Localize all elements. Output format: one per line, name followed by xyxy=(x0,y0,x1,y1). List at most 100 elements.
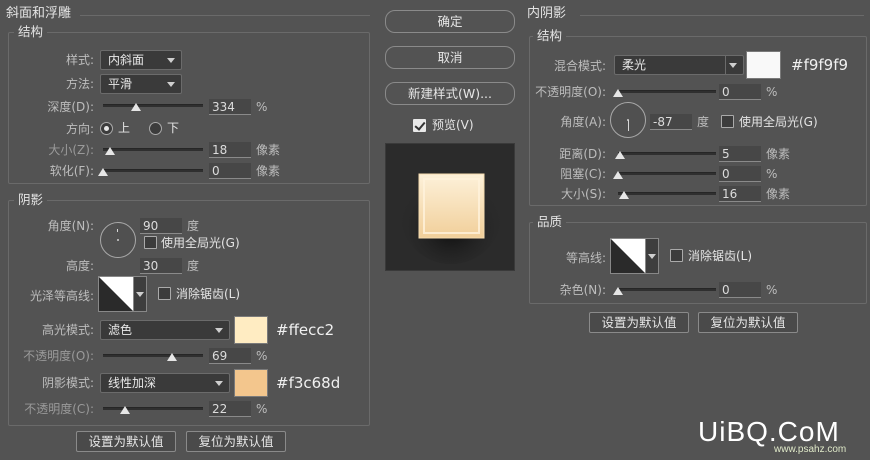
shadow-color-swatch[interactable] xyxy=(234,369,268,397)
global-light-label: 使用全局光(G) xyxy=(161,236,240,250)
inner-shadow-hex-label: #f9f9f9 xyxy=(791,56,849,74)
inner-size-slider[interactable] xyxy=(618,191,716,199)
contour-picker[interactable] xyxy=(610,238,646,274)
antialias-checkbox[interactable] xyxy=(158,287,171,300)
angle-dial[interactable] xyxy=(100,222,136,258)
slider-thumb[interactable] xyxy=(614,151,625,159)
gloss-contour-picker[interactable] xyxy=(98,276,134,312)
reset-default-button[interactable]: 复位为默认值 xyxy=(186,431,286,452)
new-style-button[interactable]: 新建样式(W)... xyxy=(385,82,515,105)
choke-unit: % xyxy=(766,167,778,181)
angle-label: 角度(N): xyxy=(47,219,94,233)
inner-antialias-checkbox[interactable] xyxy=(670,249,683,262)
bevel-emboss-title: 斜面和浮雕 xyxy=(6,6,72,21)
cancel-button[interactable]: 取消 xyxy=(385,46,515,69)
shading-title: 阴影 xyxy=(14,192,48,208)
contour-chevron-icon[interactable] xyxy=(646,238,659,274)
inner-antialias-label: 消除锯齿(L) xyxy=(688,249,753,263)
contour-label: 等高线: xyxy=(565,251,606,265)
technique-value: 平滑 xyxy=(108,77,133,91)
shadow-opacity-field[interactable]: 22 xyxy=(209,401,251,417)
technique-dropdown[interactable]: 平滑 xyxy=(100,74,182,94)
shadow-mode-label: 阴影模式: xyxy=(41,376,94,390)
slider-thumb[interactable] xyxy=(613,171,623,179)
inner-opacity-unit: % xyxy=(766,85,778,99)
inner-size-unit: 像素 xyxy=(766,187,791,201)
slider-thumb[interactable] xyxy=(120,406,130,414)
depth-slider[interactable] xyxy=(103,103,203,111)
slider-thumb[interactable] xyxy=(613,287,623,295)
choke-field[interactable]: 0 xyxy=(719,166,761,182)
inner-shadow-color-swatch[interactable] xyxy=(746,51,781,79)
structure-title: 结构 xyxy=(14,24,48,40)
inner-opacity-label: 不透明度(O): xyxy=(535,85,606,99)
depth-field[interactable]: 334 xyxy=(209,99,251,115)
inner-opacity-field[interactable]: 0 xyxy=(719,84,761,100)
inner-size-field[interactable]: 16 xyxy=(719,186,761,202)
shadow-opacity-label: 不透明度(C): xyxy=(24,402,94,416)
angle-unit: 度 xyxy=(187,219,200,233)
inner-global-light-checkbox[interactable] xyxy=(721,115,734,128)
inner-set-default-button[interactable]: 设置为默认值 xyxy=(589,312,689,333)
inner-angle-label: 角度(A): xyxy=(560,115,606,129)
highlight-opacity-field[interactable]: 69 xyxy=(209,348,251,364)
size-slider[interactable] xyxy=(103,147,203,155)
slider-thumb[interactable] xyxy=(98,168,108,176)
slider-thumb[interactable] xyxy=(105,147,115,155)
highlight-opacity-slider[interactable] xyxy=(103,353,203,361)
highlight-mode-value: 滤色 xyxy=(108,323,133,337)
shadow-opacity-slider[interactable] xyxy=(103,406,203,414)
inner-angle-field[interactable]: -87 xyxy=(650,114,692,130)
chevron-down-icon xyxy=(729,63,737,68)
distance-slider[interactable] xyxy=(614,151,716,159)
quality-title: 品质 xyxy=(533,214,567,230)
ok-button[interactable]: 确定 xyxy=(385,10,515,33)
angle-field[interactable]: 90 xyxy=(140,218,182,234)
inner-opacity-slider[interactable] xyxy=(613,89,716,97)
gloss-contour-chevron-icon[interactable] xyxy=(134,276,147,312)
inner-shadow-title: 内阴影 xyxy=(527,6,567,21)
depth-unit: % xyxy=(256,100,268,114)
choke-slider[interactable] xyxy=(613,171,716,179)
dial-center xyxy=(117,239,119,241)
soften-slider[interactable] xyxy=(98,168,203,176)
soften-unit: 像素 xyxy=(256,164,281,178)
direction-up-radio[interactable] xyxy=(100,122,113,135)
style-preview xyxy=(385,143,515,271)
choke-label: 阻塞(C): xyxy=(560,167,606,181)
slider-thumb[interactable] xyxy=(618,191,629,199)
preview-checkbox[interactable] xyxy=(413,119,426,132)
slider-thumb[interactable] xyxy=(613,89,623,97)
highlight-opacity-label: 不透明度(O): xyxy=(23,349,94,363)
inner-size-label: 大小(S): xyxy=(560,187,606,201)
distance-unit: 像素 xyxy=(766,147,791,161)
global-light-checkbox[interactable] xyxy=(144,236,157,249)
style-dropdown[interactable]: 内斜面 xyxy=(100,50,182,70)
preview-label: 预览(V) xyxy=(432,118,474,132)
blend-mode-dropdown[interactable]: 柔光 xyxy=(614,55,744,75)
direction-down-radio[interactable] xyxy=(149,122,162,135)
highlight-mode-dropdown[interactable]: 滤色 xyxy=(100,320,230,340)
inner-angle-dial[interactable] xyxy=(610,102,646,138)
distance-field[interactable]: 5 xyxy=(719,146,761,162)
size-label: 大小(Z): xyxy=(48,143,94,157)
noise-label: 杂色(N): xyxy=(559,283,606,297)
slider-thumb[interactable] xyxy=(131,103,141,111)
shadow-mode-dropdown[interactable]: 线性加深 xyxy=(100,373,230,393)
dial-hand xyxy=(628,120,629,131)
noise-slider[interactable] xyxy=(613,287,716,295)
soften-label: 软化(F): xyxy=(49,164,94,178)
inner-reset-default-button[interactable]: 复位为默认值 xyxy=(698,312,798,333)
size-field[interactable]: 18 xyxy=(209,142,251,158)
shadow-hex-label: #f3c68d xyxy=(276,374,341,392)
direction-down-label: 下 xyxy=(167,121,180,135)
noise-field[interactable]: 0 xyxy=(719,282,761,298)
altitude-field[interactable]: 30 xyxy=(140,258,182,274)
highlight-opacity-unit: % xyxy=(256,349,268,363)
blend-mode-label: 混合模式: xyxy=(553,59,606,73)
slider-thumb[interactable] xyxy=(167,353,177,361)
soften-field[interactable]: 0 xyxy=(209,163,251,179)
gloss-contour-label: 光泽等高线: xyxy=(29,289,94,303)
highlight-color-swatch[interactable] xyxy=(234,316,268,344)
set-default-button[interactable]: 设置为默认值 xyxy=(76,431,176,452)
